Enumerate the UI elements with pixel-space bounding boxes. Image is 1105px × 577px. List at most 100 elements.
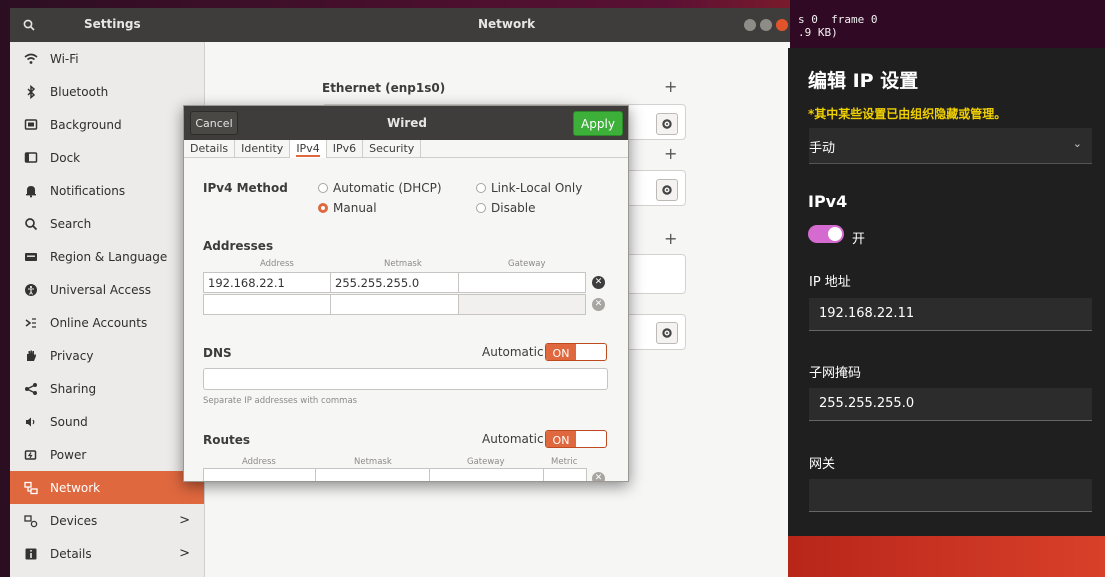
route-metric-input[interactable] <box>543 468 587 481</box>
gateway-input[interactable] <box>458 272 586 293</box>
gateway-label: 网关 <box>809 457 836 472</box>
maximize-button[interactable] <box>760 19 772 31</box>
close-button[interactable] <box>776 19 788 31</box>
route-col-metric-header: Metric <box>551 457 578 467</box>
sidebar-item-background[interactable]: Background <box>10 108 204 141</box>
ipv4-method-label: IPv4 Method <box>203 181 288 195</box>
sidebar-item-universal-access[interactable]: Universal Access <box>10 273 204 306</box>
radio-icon <box>476 183 486 193</box>
settings-titlebar: Settings Network <box>10 8 800 42</box>
routes-automatic-toggle[interactable]: ON <box>545 430 607 448</box>
ip-address-input[interactable]: 192.168.22.11 <box>809 298 1092 331</box>
sidebar-item-label: Bluetooth <box>50 84 109 99</box>
sidebar-item-label: Details <box>50 546 92 561</box>
sidebar-item-label: Wi-Fi <box>50 51 79 66</box>
background-icon <box>24 118 38 132</box>
sidebar-item-sharing[interactable]: Sharing <box>10 372 204 405</box>
apply-button[interactable]: Apply <box>573 111 623 136</box>
col-gateway-header: Gateway <box>508 259 546 269</box>
tab-ipv4[interactable]: IPv4 <box>290 140 327 158</box>
gateway-input[interactable] <box>458 294 586 315</box>
sidebar-item-label: Online Accounts <box>50 315 148 330</box>
wired-dialog-title: Wired <box>387 116 427 130</box>
gear-icon[interactable] <box>656 322 678 344</box>
terminal-line: s 0 frame 0 <box>798 13 878 26</box>
sidebar-item-dock[interactable]: Dock <box>10 141 204 174</box>
route-netmask-input[interactable] <box>315 468 430 481</box>
bell-icon <box>24 184 38 198</box>
sidebar-item-online-accounts[interactable]: Online Accounts <box>10 306 204 339</box>
accessibility-icon <box>24 283 38 297</box>
ip-mode-dropdown[interactable]: 手动 ⌄ <box>809 128 1092 164</box>
toggle-on-label: ON <box>546 344 576 360</box>
route-col-netmask-header: Netmask <box>354 457 392 467</box>
sidebar-item-notifications[interactable]: Notifications <box>10 174 204 207</box>
wifi-icon <box>24 52 38 66</box>
netmask-input[interactable]: 255.255.255.0 <box>330 272 459 293</box>
sidebar-item-power[interactable]: Power <box>10 438 204 471</box>
sidebar-item-bluetooth[interactable]: Bluetooth <box>10 75 204 108</box>
sidebar-item-sound[interactable]: Sound <box>10 405 204 438</box>
radio-selected-icon <box>318 203 328 213</box>
sidebar-item-privacy[interactable]: Privacy <box>10 339 204 372</box>
addresses-label: Addresses <box>203 239 274 253</box>
wired-dialog-titlebar: Cancel Wired Apply <box>184 106 628 140</box>
delete-row-icon[interactable]: ✕ <box>592 298 605 311</box>
sidebar-item-devices[interactable]: Devices > <box>10 504 204 537</box>
sidebar-item-search[interactable]: Search <box>10 207 204 240</box>
online-accounts-icon <box>24 316 38 330</box>
sidebar-item-label: Sound <box>50 414 88 429</box>
address-input[interactable]: 192.168.22.1 <box>203 272 331 293</box>
subnet-mask-input[interactable]: 255.255.255.0 <box>809 388 1092 421</box>
gear-icon[interactable] <box>656 113 678 135</box>
gateway-input[interactable] <box>809 479 1092 512</box>
ip-settings-title: 编辑 IP 设置 <box>808 70 919 92</box>
radio-automatic-dhcp[interactable]: Automatic (DHCP) <box>318 181 442 195</box>
sidebar-search-button[interactable] <box>16 12 42 38</box>
network-icon <box>24 481 38 495</box>
radio-icon <box>476 203 486 213</box>
radio-disable[interactable]: Disable <box>476 201 536 215</box>
delete-row-icon[interactable]: ✕ <box>592 276 605 289</box>
route-gateway-input[interactable] <box>429 468 544 481</box>
routes-label: Routes <box>203 433 251 447</box>
tab-details[interactable]: Details <box>184 140 236 158</box>
delete-row-icon[interactable]: ✕ <box>592 472 605 481</box>
sidebar-item-region[interactable]: Region & Language <box>10 240 204 273</box>
settings-title: Settings <box>84 17 141 31</box>
add-connection-plus-icon[interactable]: + <box>664 144 677 163</box>
dns-automatic-toggle[interactable]: ON <box>545 343 607 361</box>
sidebar-item-details[interactable]: Details > <box>10 537 204 570</box>
sidebar: Wi-Fi Bluetooth Background Dock Notifica… <box>10 42 205 577</box>
dns-input[interactable] <box>203 368 608 390</box>
devices-icon <box>24 514 38 528</box>
add-connection-plus-icon[interactable]: + <box>664 229 677 248</box>
route-col-address-header: Address <box>242 457 276 467</box>
ipv4-heading: IPv4 <box>808 192 848 211</box>
radio-link-local-only[interactable]: Link-Local Only <box>476 181 582 195</box>
speaker-icon <box>24 415 38 429</box>
ip-mode-value: 手动 <box>809 141 836 156</box>
sidebar-item-label: Power <box>50 447 87 462</box>
add-connection-plus-icon[interactable]: + <box>664 77 677 96</box>
sidebar-item-wifi[interactable]: Wi-Fi <box>10 42 204 75</box>
route-address-input[interactable] <box>203 468 316 481</box>
tab-ipv6[interactable]: IPv6 <box>327 140 364 158</box>
routes-automatic-label: Automatic <box>482 432 544 446</box>
col-netmask-header: Netmask <box>384 259 422 269</box>
netmask-input[interactable] <box>330 294 459 315</box>
sidebar-item-label: Region & Language <box>50 249 168 264</box>
dns-help-text: Separate IP addresses with commas <box>203 396 358 406</box>
tab-identity[interactable]: Identity <box>235 140 291 158</box>
sidebar-item-label: Universal Access <box>50 282 151 297</box>
tab-security[interactable]: Security <box>363 140 422 158</box>
minimize-button[interactable] <box>744 19 756 31</box>
sidebar-item-label: Network <box>50 480 101 495</box>
address-input[interactable] <box>203 294 331 315</box>
ipv4-toggle-label: 开 <box>852 232 866 247</box>
sidebar-item-network[interactable]: Network <box>10 471 204 504</box>
route-col-gateway-header: Gateway <box>467 457 505 467</box>
radio-manual[interactable]: Manual <box>318 201 377 215</box>
ipv4-toggle[interactable] <box>808 225 844 243</box>
gear-icon[interactable] <box>656 179 678 201</box>
